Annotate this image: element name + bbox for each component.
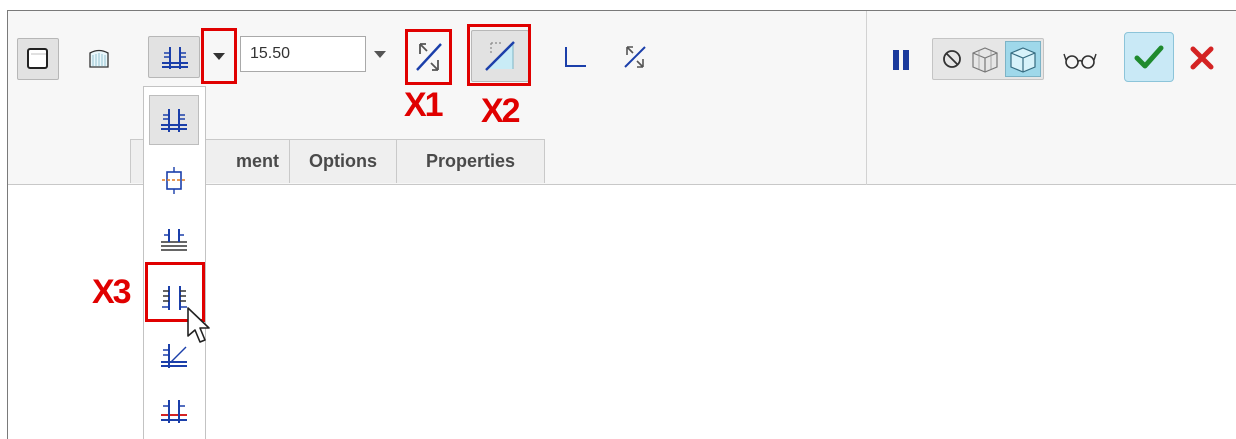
thicken-sketch-button[interactable] <box>558 38 592 76</box>
x2-callout-box <box>467 24 531 86</box>
x1-callout-box <box>405 29 452 85</box>
no-preview-icon[interactable] <box>941 48 963 70</box>
apply-button[interactable] <box>1124 32 1174 82</box>
thickness-dropdown-arrow[interactable] <box>372 46 388 62</box>
pause-button[interactable] <box>884 40 918 80</box>
flip-thicken-icon <box>624 46 646 68</box>
verify-glasses-icon <box>1063 53 1097 69</box>
depth-to-next-icon <box>161 400 187 423</box>
tab-properties[interactable]: Properties <box>397 139 545 183</box>
dropdown-item-to-next[interactable] <box>149 387 199 437</box>
depth-symmetric-icon <box>161 109 187 132</box>
cancel-button[interactable] <box>1182 38 1222 78</box>
depth-to-selected-icon <box>162 167 186 194</box>
preview-wireframe-icon[interactable] <box>969 45 1001 73</box>
solid-body-icon <box>27 48 48 69</box>
dropdown-item-through-all[interactable] <box>149 215 199 265</box>
x3-callout-label: X3 <box>92 273 132 311</box>
preview-icon[interactable] <box>1008 45 1038 73</box>
dashboard-vertical-divider <box>866 11 867 185</box>
mouse-cursor-icon <box>187 307 210 343</box>
thicken-sketch-icon <box>565 47 586 67</box>
depth-type-icon <box>162 47 188 69</box>
surface-button[interactable] <box>80 38 116 78</box>
x2-callout-label: X2 <box>481 92 521 130</box>
tab-placement-label: ment <box>235 151 279 171</box>
preview-active-bg <box>1005 41 1041 77</box>
depth-type-button[interactable] <box>148 36 200 78</box>
surface-icon <box>89 49 109 68</box>
depth-to-surface-icon <box>161 344 187 368</box>
solid-button[interactable] <box>17 38 59 80</box>
dropdown-callout-box <box>201 28 237 84</box>
apply-check-icon <box>1134 45 1164 69</box>
thickness-input[interactable] <box>240 36 366 72</box>
pause-icon <box>893 50 909 70</box>
depth-through-all-icon <box>161 229 187 251</box>
verify-button[interactable] <box>1058 40 1102 80</box>
thickness-spinbox[interactable] <box>240 36 400 74</box>
preview-toggle-group <box>932 38 1044 80</box>
dropdown-item-symmetric[interactable] <box>149 95 199 145</box>
cancel-x-icon <box>1190 46 1214 70</box>
dropdown-item-to-selected[interactable] <box>149 155 199 205</box>
tab-properties-label: Properties <box>425 151 516 171</box>
tab-options[interactable]: Options <box>290 139 397 183</box>
x1-callout-label: X1 <box>404 86 444 124</box>
tab-options-label: Options <box>309 151 377 171</box>
flip-thicken-button[interactable] <box>618 38 652 76</box>
